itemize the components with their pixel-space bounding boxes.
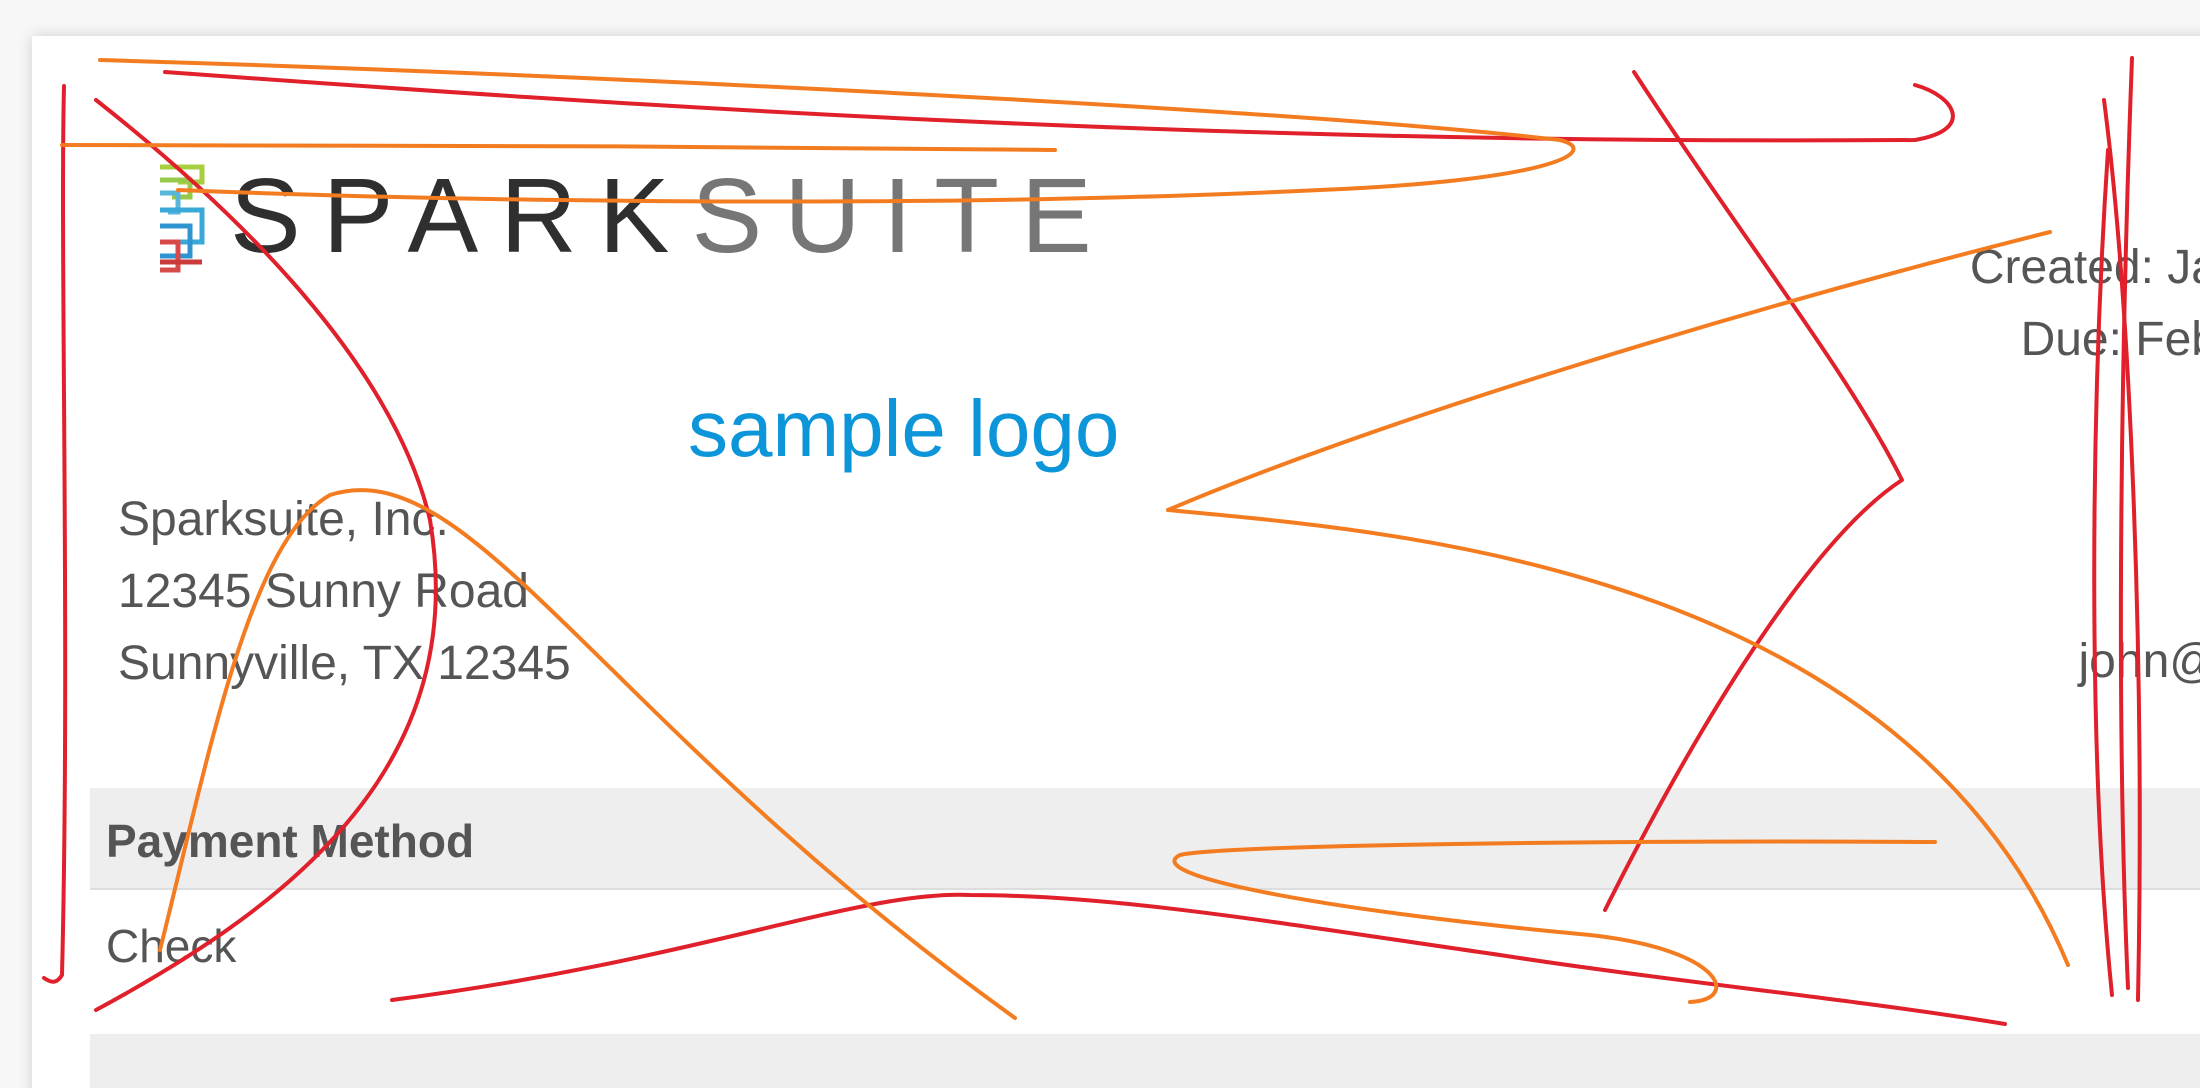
payment-method-heading: Payment Method — [106, 815, 475, 867]
company-logo: SPARKSUITE sample logo — [118, 122, 1119, 486]
invoice-created-date: Created: Ja — [1969, 241, 2200, 294]
company-name: Sparksuite, Inc. — [118, 493, 449, 546]
company-address-line-1: 12345 Sunny Road — [118, 565, 529, 618]
invoice-number: I — [1970, 160, 2200, 232]
client-contact: john@ — [2079, 626, 2200, 698]
sparksuite-logo-icon — [160, 164, 205, 273]
company-address: Sparksuite, Inc. 12345 Sunny Road Sunnyv… — [118, 484, 571, 700]
client-email: john@ — [2078, 635, 2200, 688]
invoice-meta: I Created: Ja Due: Feb — [1970, 160, 2200, 376]
logo-word-spark: SPARK — [230, 157, 692, 275]
logo-word-suite: SUITE — [691, 157, 1114, 275]
logo-wordmark: SPARKSUITE — [230, 163, 1114, 269]
company-address-line-2: Sunnyville, TX 12345 — [118, 637, 571, 690]
invoice-due-date: Due: Feb — [2020, 313, 2200, 366]
payment-method-heading-row: Payment Method — [90, 788, 2200, 890]
payment-method-value-row: Check — [106, 906, 236, 986]
payment-method-value: Check — [106, 920, 237, 972]
next-section-heading-row — [90, 1034, 2200, 1088]
sample-logo-text: sample logo — [688, 384, 1120, 473]
